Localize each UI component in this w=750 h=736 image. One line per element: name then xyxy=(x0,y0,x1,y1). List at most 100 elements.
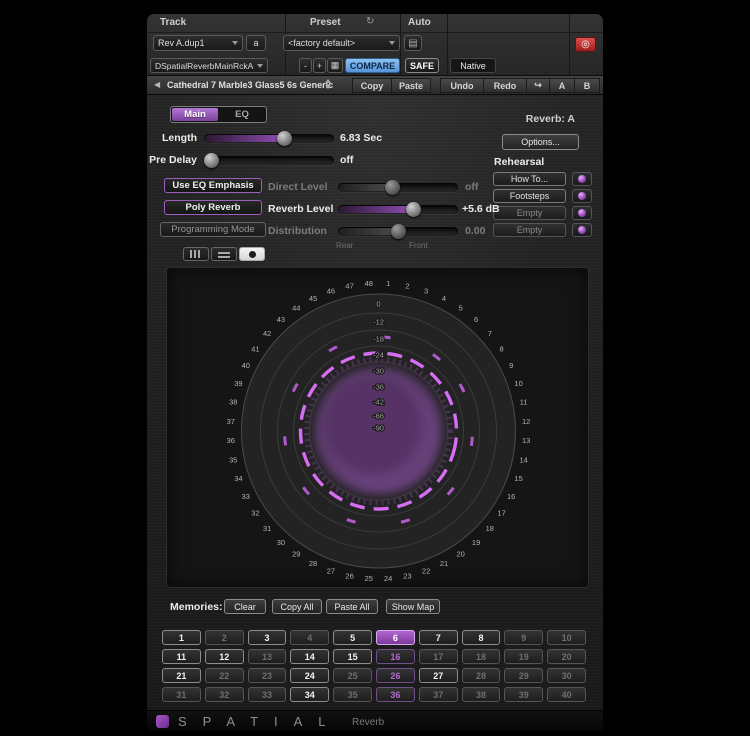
compare-plus-button[interactable]: + xyxy=(313,58,326,73)
rehearsal-play-footsteps[interactable] xyxy=(572,189,592,203)
memory-button-8[interactable]: 8 xyxy=(462,630,501,645)
tab-main[interactable]: Main xyxy=(172,108,218,121)
memory-button-6[interactable]: 6 xyxy=(376,630,415,645)
direct-level-knob[interactable] xyxy=(385,180,400,195)
preset-title[interactable]: Cathedral 7 Marble3 Glass5 6s Generic xyxy=(167,80,333,90)
polar-display[interactable]: 1234567891011121314151617181920212223242… xyxy=(167,268,590,589)
playlist-button[interactable]: a xyxy=(246,35,266,51)
header-divider xyxy=(147,32,603,33)
memory-button-16[interactable]: 16 xyxy=(376,649,415,664)
memory-button-15[interactable]: 15 xyxy=(333,649,372,664)
rehearsal-play-empty-1[interactable] xyxy=(572,206,592,220)
direct-level-slider[interactable] xyxy=(338,183,458,192)
collapse-arrow-icon[interactable]: ◀ xyxy=(154,80,160,89)
spinner-down-icon[interactable] xyxy=(325,85,331,89)
memory-button-39[interactable]: 39 xyxy=(504,687,543,702)
track-selector[interactable]: Rev A.dup1 xyxy=(153,35,243,51)
branch-button[interactable]: ↪ xyxy=(526,78,550,93)
distribution-slider[interactable] xyxy=(338,227,458,236)
memory-button-7[interactable]: 7 xyxy=(419,630,458,645)
length-slider[interactable] xyxy=(204,134,334,143)
memory-button-17[interactable]: 17 xyxy=(419,649,458,664)
memory-button-38[interactable]: 38 xyxy=(462,687,501,702)
copy-all-button[interactable]: Copy All xyxy=(272,599,322,614)
preset-selector[interactable]: <factory default> xyxy=(283,35,400,51)
pre-delay-knob[interactable] xyxy=(204,153,219,168)
spinner-up-icon[interactable] xyxy=(325,79,331,83)
distribution-knob[interactable] xyxy=(391,224,406,239)
compare-minus-button[interactable]: - xyxy=(299,58,312,73)
plugin-selector[interactable]: DSpatialReverbMainRckA xyxy=(150,58,268,73)
settings-folder-button[interactable]: ▦ xyxy=(327,58,343,73)
paste-all-button[interactable]: Paste All xyxy=(326,599,378,614)
memory-button-11[interactable]: 11 xyxy=(162,649,201,664)
memory-button-20[interactable]: 20 xyxy=(547,649,586,664)
options-button[interactable]: Options... xyxy=(502,134,579,150)
undo-button[interactable]: Undo xyxy=(440,78,484,93)
format-button[interactable]: Native xyxy=(450,58,496,73)
memory-button-5[interactable]: 5 xyxy=(333,630,372,645)
memory-button-14[interactable]: 14 xyxy=(290,649,329,664)
memory-button-2[interactable]: 2 xyxy=(205,630,244,645)
memory-button-29[interactable]: 29 xyxy=(504,668,543,683)
memory-button-9[interactable]: 9 xyxy=(504,630,543,645)
preset-cycle-icon[interactable]: ↻ xyxy=(366,16,374,27)
memory-button-37[interactable]: 37 xyxy=(419,687,458,702)
memory-button-1[interactable]: 1 xyxy=(162,630,201,645)
rehearsal-play-how-to[interactable] xyxy=(572,172,592,186)
pre-delay-slider[interactable] xyxy=(204,156,334,165)
preset-spinner[interactable] xyxy=(325,79,331,89)
rehearsal-play-empty-2[interactable] xyxy=(572,223,592,237)
view-bars-button[interactable] xyxy=(183,247,209,261)
use-eq-emphasis-button[interactable]: Use EQ Emphasis xyxy=(164,178,262,193)
memory-button-27[interactable]: 27 xyxy=(419,668,458,683)
view-circle-button[interactable] xyxy=(239,247,265,261)
memory-button-25[interactable]: 25 xyxy=(333,668,372,683)
memory-button-26[interactable]: 26 xyxy=(376,668,415,683)
compare-b-button[interactable]: B xyxy=(574,78,600,93)
memory-button-40[interactable]: 40 xyxy=(547,687,586,702)
compare-a-button[interactable]: A xyxy=(549,78,575,93)
direct-level-label: Direct Level xyxy=(268,181,328,193)
copy-button[interactable]: Copy xyxy=(352,78,392,93)
memory-button-36[interactable]: 36 xyxy=(376,687,415,702)
memory-button-32[interactable]: 32 xyxy=(205,687,244,702)
memory-button-28[interactable]: 28 xyxy=(462,668,501,683)
safe-button[interactable]: SAFE xyxy=(405,58,439,73)
paste-button[interactable]: Paste xyxy=(391,78,431,93)
target-button[interactable]: ◎ xyxy=(575,37,596,52)
rehearsal-item-how-to[interactable]: How To... xyxy=(493,172,566,186)
rehearsal-item-footsteps[interactable]: Footsteps xyxy=(493,189,566,203)
memory-button-34[interactable]: 34 xyxy=(290,687,329,702)
memory-button-23[interactable]: 23 xyxy=(248,668,287,683)
rehearsal-item-empty-2[interactable]: Empty xyxy=(493,223,566,237)
memory-button-24[interactable]: 24 xyxy=(290,668,329,683)
memory-button-3[interactable]: 3 xyxy=(248,630,287,645)
memory-button-10[interactable]: 10 xyxy=(547,630,586,645)
compare-button[interactable]: COMPARE xyxy=(345,58,400,73)
memory-button-13[interactable]: 13 xyxy=(248,649,287,664)
memory-button-4[interactable]: 4 xyxy=(290,630,329,645)
memory-button-21[interactable]: 21 xyxy=(162,668,201,683)
preset-selector-label: <factory default> xyxy=(288,38,355,48)
memory-button-22[interactable]: 22 xyxy=(205,668,244,683)
librarian-button[interactable]: ▤ xyxy=(404,35,422,51)
poly-reverb-button[interactable]: Poly Reverb xyxy=(164,200,262,215)
memory-button-30[interactable]: 30 xyxy=(547,668,586,683)
memory-button-19[interactable]: 19 xyxy=(504,649,543,664)
reverb-level-slider[interactable] xyxy=(338,205,458,214)
clear-button[interactable]: Clear xyxy=(224,599,266,614)
show-map-button[interactable]: Show Map xyxy=(386,599,440,614)
view-lines-button[interactable] xyxy=(211,247,237,261)
programming-mode-button[interactable]: Programming Mode xyxy=(160,222,266,237)
memory-button-31[interactable]: 31 xyxy=(162,687,201,702)
redo-button[interactable]: Redo xyxy=(483,78,527,93)
memory-button-33[interactable]: 33 xyxy=(248,687,287,702)
tab-eq[interactable]: EQ xyxy=(219,108,265,121)
reverb-level-knob[interactable] xyxy=(406,202,421,217)
memory-button-35[interactable]: 35 xyxy=(333,687,372,702)
rehearsal-item-empty-1[interactable]: Empty xyxy=(493,206,566,220)
memory-button-12[interactable]: 12 xyxy=(205,649,244,664)
memory-button-18[interactable]: 18 xyxy=(462,649,501,664)
length-knob[interactable] xyxy=(277,131,292,146)
